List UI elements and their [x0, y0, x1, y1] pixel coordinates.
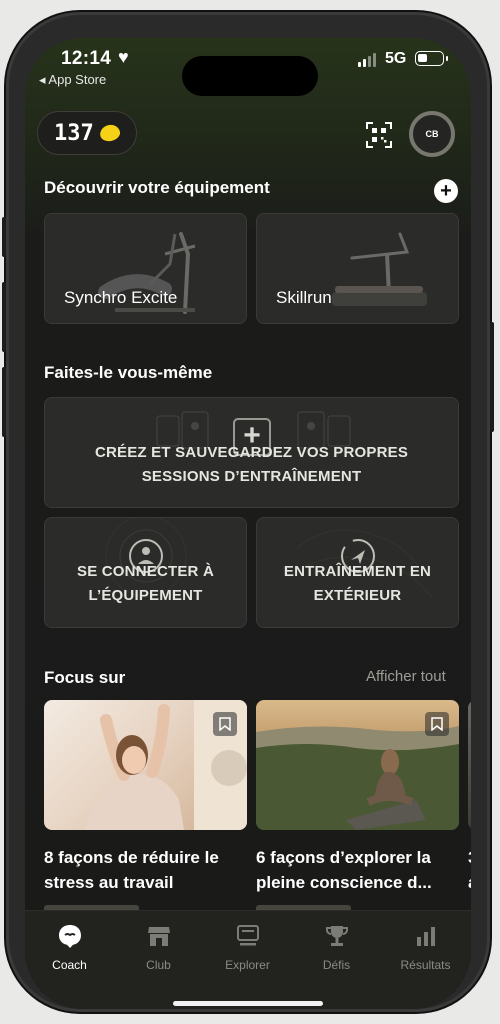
equipment-card-synchro[interactable]: Synchro Excite [44, 213, 247, 324]
see-all-link[interactable]: Afficher tout [366, 668, 446, 685]
avatar[interactable]: CB [409, 111, 455, 157]
article-title-line2: stress au travail [44, 873, 174, 892]
article-title: 3 a [468, 845, 471, 895]
qr-scan-button[interactable] [360, 116, 398, 154]
status-time: 12:14 [61, 48, 112, 69]
bookmark-icon [431, 717, 443, 731]
article-card[interactable]: 3 a [468, 700, 471, 895]
coin-icon [98, 123, 122, 143]
tab-coach[interactable]: Coach [25, 911, 114, 983]
equipment-name: Synchro Excite [64, 288, 178, 307]
home-indicator [173, 1001, 323, 1006]
outdoor-label-line1: ENTRAÎNEMENT EN [283, 563, 432, 580]
points-badge[interactable]: 137 [37, 111, 137, 155]
article-card[interactable]: 6 façons d’explorer la pleine conscience… [256, 700, 459, 919]
bottom-tab-bar: Coach Club Explorer Défis Résultats [25, 910, 471, 1009]
outdoor-label-line2: EXTÉRIEUR [313, 587, 402, 604]
article-title-line1: 6 façons d’explorer la [256, 848, 431, 867]
app-header: 137 CB [25, 108, 471, 164]
coach-icon [58, 925, 81, 948]
equipment-card-skillrun[interactable]: Skillrun [256, 213, 459, 324]
tab-challenges[interactable]: Défis [292, 911, 381, 983]
phone-frame: 12:14 ♥ ◂ App Store 5G 137 CB Découvrir … [2, 12, 494, 1012]
article-title-line1: 3 [468, 845, 471, 870]
bookmark-button[interactable] [425, 712, 449, 736]
create-session-card[interactable]: + CRÉEZ ET SAUVEGARDEZ VOS PROPRES SESSI… [44, 397, 459, 508]
article-title-line1: 8 façons de réduire le [44, 848, 219, 867]
outdoor-training-card[interactable]: ENTRAÎNEMENT EN EXTÉRIEUR [256, 517, 459, 628]
qr-code-icon [366, 122, 392, 148]
article-card[interactable]: 8 façons de réduire le stress au travail [44, 700, 247, 919]
club-icon [147, 927, 170, 946]
article-title: 6 façons d’explorer la pleine conscience… [256, 845, 459, 895]
back-to-app-store-link[interactable]: ◂ App Store [39, 72, 106, 88]
signal-icon [358, 53, 378, 67]
tab-results[interactable]: Résultats [381, 911, 470, 983]
create-session-label-line2: SESSIONS D’ENTRAÎNEMENT [141, 468, 362, 485]
points-value: 137 [54, 120, 94, 146]
battery-icon [415, 51, 448, 66]
tab-label: Défis [322, 958, 351, 972]
article-photo-stretching-woman [44, 700, 247, 830]
app-screen: 12:14 ♥ ◂ App Store 5G 137 CB Découvrir … [25, 38, 471, 1009]
connect-equipment-card[interactable]: SE CONNECTER À L’ÉQUIPEMENT [44, 517, 247, 628]
network-type: 5G [385, 50, 407, 67]
equipment-section-title: Découvrir votre équipement [44, 178, 270, 197]
add-equipment-button[interactable]: + [434, 179, 458, 203]
explorer-icon [236, 925, 259, 946]
heart-icon: ♥ [118, 47, 129, 67]
dynamic-island [182, 56, 318, 96]
connect-label-line2: L’ÉQUIPEMENT [88, 587, 203, 604]
tab-explorer[interactable]: Explorer [203, 911, 292, 983]
status-bar: 12:14 ♥ ◂ App Store 5G [25, 38, 471, 96]
trophy-icon [325, 926, 348, 946]
article-photo [468, 700, 471, 830]
tab-label: Résultats [400, 958, 451, 972]
article-title-line2: pleine conscience d... [256, 873, 432, 892]
connect-label-line1: SE CONNECTER À [77, 563, 214, 580]
focus-section-title: Focus sur [44, 668, 126, 687]
tab-label: Coach [52, 958, 87, 972]
results-icon [416, 927, 435, 946]
tab-club[interactable]: Club [114, 911, 203, 983]
article-photo-meditation-lake [256, 700, 459, 830]
diy-section-title: Faites-le vous-même [44, 363, 213, 382]
article-title-line2: a [468, 870, 471, 895]
create-session-label-line1: CRÉEZ ET SAUVEGARDEZ VOS PROPRES [94, 444, 409, 461]
equipment-name: Skillrun [276, 288, 332, 307]
tab-label: Explorer [225, 958, 270, 972]
bookmark-button[interactable] [213, 712, 237, 736]
article-title: 8 façons de réduire le stress au travail [44, 845, 247, 895]
tab-label: Club [146, 958, 171, 972]
bookmark-icon [219, 717, 231, 731]
